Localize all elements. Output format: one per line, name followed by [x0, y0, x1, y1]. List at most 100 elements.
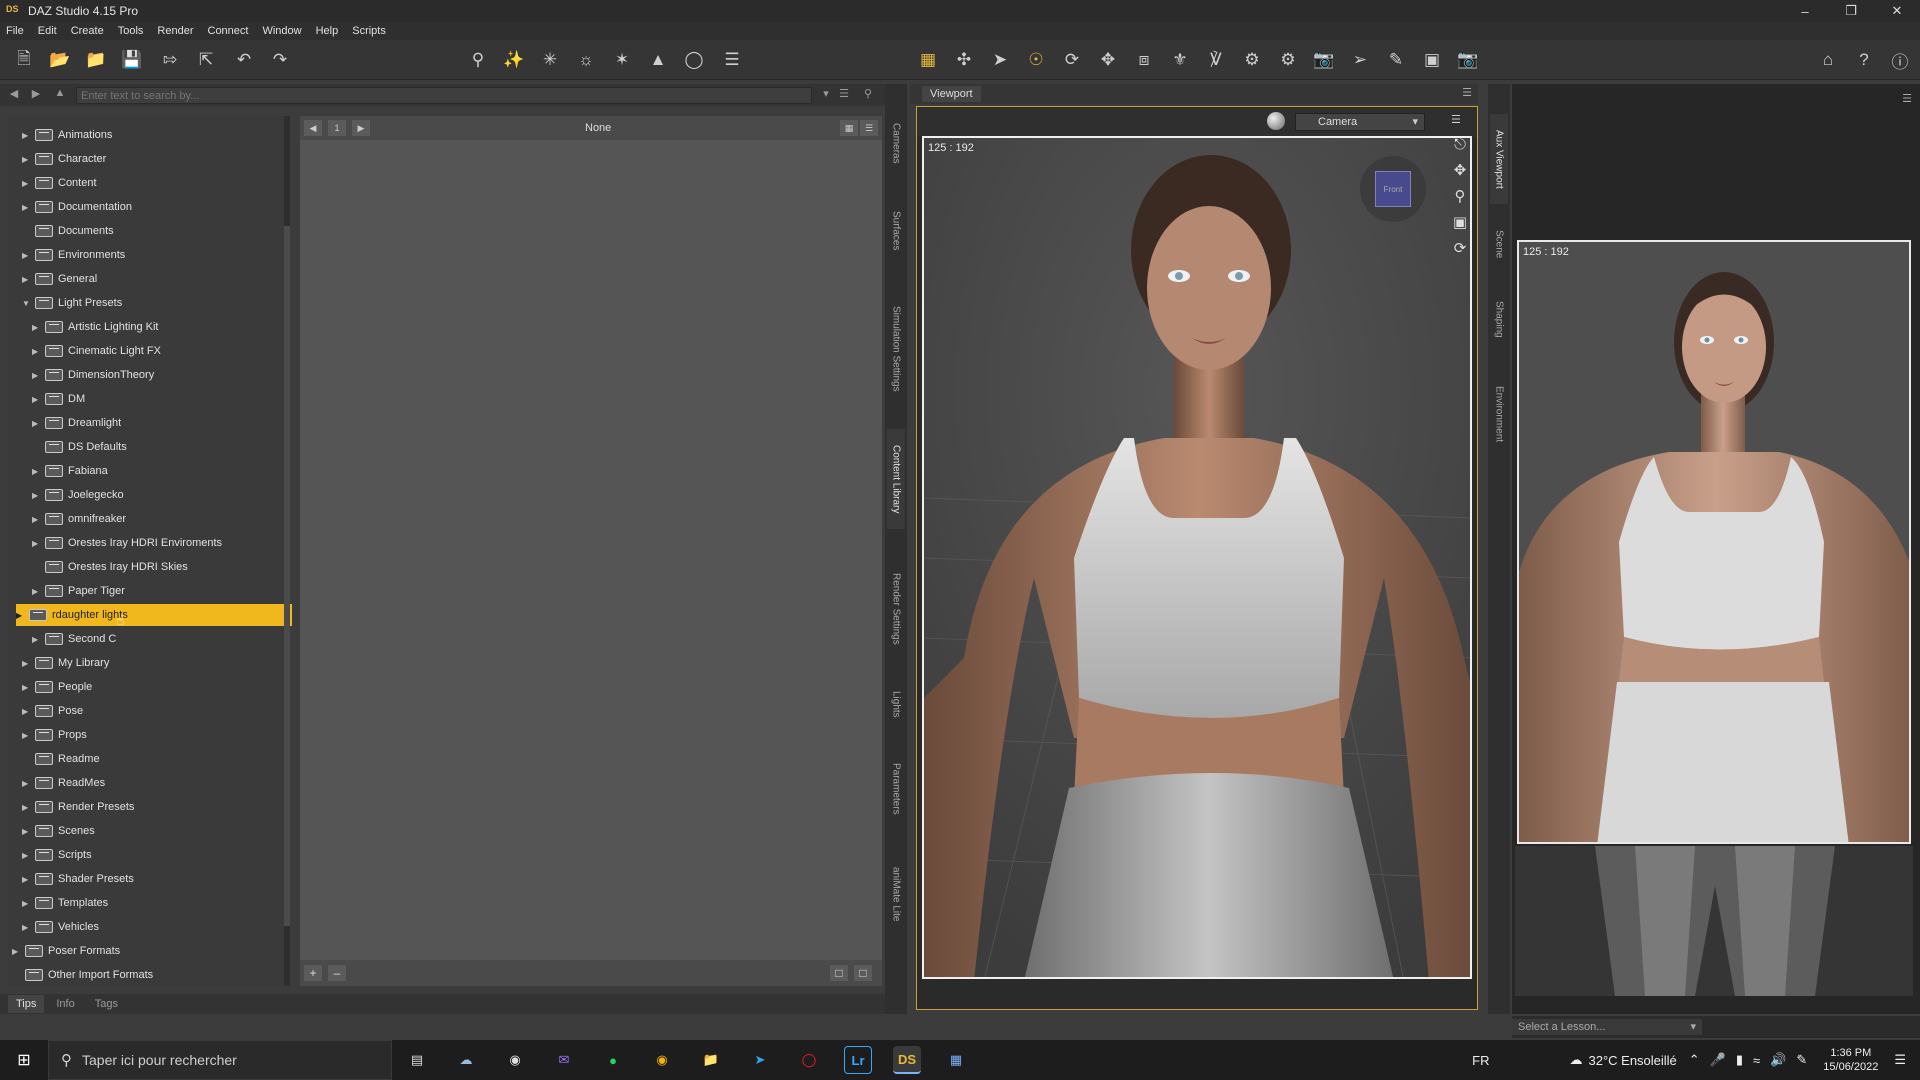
- tree-item[interactable]: ▶ People: [22, 676, 92, 698]
- tree-item[interactable]: ▶ Second C: [32, 628, 116, 650]
- chevron-right-icon[interactable]: ▶: [22, 899, 32, 908]
- open-file-icon[interactable]: 📂: [48, 48, 72, 72]
- pan-icon[interactable]: ✥: [1454, 161, 1467, 179]
- tree-item[interactable]: ▶ Render Presets: [22, 796, 134, 818]
- chevron-right-icon[interactable]: ▶: [22, 851, 32, 860]
- camera-select[interactable]: Camera ▾: [1295, 113, 1425, 131]
- close-button[interactable]: ✕: [1874, 0, 1920, 22]
- tab-animate-lite[interactable]: aniMate Lite: [887, 844, 905, 944]
- prev-page-icon[interactable]: ◀: [304, 120, 322, 136]
- search-icon[interactable]: ⚲: [860, 87, 876, 103]
- menu-render[interactable]: Render: [157, 25, 193, 37]
- clock[interactable]: 1:36 PM 15/06/2022: [1823, 1046, 1878, 1074]
- tree-item[interactable]: ▶ Cinematic Light FX: [32, 340, 161, 362]
- chevron-right-icon[interactable]: ▶: [32, 347, 42, 356]
- taskbar-search[interactable]: ⚲ Taper ici pour rechercher: [48, 1040, 392, 1080]
- tree-item[interactable]: DS Defaults: [32, 436, 127, 458]
- joint-editor-icon[interactable]: ℣: [1204, 48, 1228, 72]
- forward-icon[interactable]: ▶: [28, 87, 44, 103]
- tree-item[interactable]: ▶ Animations: [22, 124, 112, 146]
- telegram-icon[interactable]: ➤: [746, 1046, 774, 1074]
- translate-tool-icon[interactable]: ✥: [1096, 48, 1120, 72]
- merge-file-icon[interactable]: 📁: [84, 48, 108, 72]
- menu-window[interactable]: Window: [262, 25, 301, 37]
- create-camera-icon[interactable]: ⚲: [466, 48, 490, 72]
- footer-option2-icon[interactable]: □: [854, 965, 872, 981]
- task-view-icon[interactable]: ▤: [403, 1046, 431, 1074]
- page-number[interactable]: 1: [328, 120, 346, 136]
- viewport-scene[interactable]: 125 : 192 Front: [922, 136, 1472, 979]
- chevron-right-icon[interactable]: ▶: [32, 419, 42, 428]
- tab-lights[interactable]: Lights: [887, 674, 905, 734]
- tree-item[interactable]: Other Import Formats: [12, 964, 153, 986]
- linear-light-icon[interactable]: ✶: [610, 48, 634, 72]
- tree-scrollbar[interactable]: [284, 116, 290, 986]
- tab-parameters[interactable]: Parameters: [887, 744, 905, 834]
- next-page-icon[interactable]: ▶: [352, 120, 370, 136]
- chevron-right-icon[interactable]: ▶: [32, 635, 42, 644]
- view-options-icon[interactable]: ☰: [836, 87, 852, 103]
- null-icon[interactable]: ◯: [682, 48, 706, 72]
- opera-icon[interactable]: ◯: [795, 1046, 823, 1074]
- tree-item[interactable]: ▶ DimensionTheory: [32, 364, 154, 386]
- tree-item[interactable]: ▶ My Library: [22, 652, 109, 674]
- chevron-right-icon[interactable]: ▶: [32, 539, 42, 548]
- tab-viewport[interactable]: Viewport: [922, 86, 981, 102]
- viewport-menu-icon[interactable]: ☰: [1462, 86, 1472, 99]
- calculator-icon[interactable]: ▦: [942, 1046, 970, 1074]
- tab-content-library[interactable]: Content Library: [887, 429, 905, 529]
- view-cube-front[interactable]: Front: [1375, 171, 1411, 207]
- tree-item[interactable]: Orestes Iray HDRI Skies: [32, 556, 188, 578]
- chevron-right-icon[interactable]: ▶: [22, 779, 32, 788]
- tab-tips[interactable]: Tips: [8, 995, 45, 1013]
- tree-item[interactable]: ▶ omnifreaker: [32, 508, 126, 530]
- tree-item[interactable]: ▶ Templates: [22, 892, 108, 914]
- timeline-icon[interactable]: ☰: [720, 48, 744, 72]
- windows-start-icon[interactable]: ⊞: [0, 1040, 48, 1080]
- add-button[interactable]: +: [304, 965, 322, 981]
- redo-icon[interactable]: ↷: [268, 48, 292, 72]
- render-icon[interactable]: 📷: [1312, 48, 1336, 72]
- tab-environment[interactable]: Environment: [1490, 369, 1508, 459]
- menu-scripts[interactable]: Scripts: [352, 25, 386, 37]
- spot-render-icon[interactable]: ➢: [1348, 48, 1372, 72]
- chevron-right-icon[interactable]: ▶: [22, 203, 32, 212]
- tree-item[interactable]: ▶ Orestes Iray HDRI Enviroments: [32, 532, 222, 554]
- draw-style-icon[interactable]: [1267, 112, 1285, 130]
- tree-item[interactable]: ▶ Shader Presets: [22, 868, 134, 890]
- tree-item[interactable]: ▶ rdaughter lights ☝: [16, 604, 292, 628]
- surface-selection-icon[interactable]: ⚙: [1240, 48, 1264, 72]
- tree-item[interactable]: ▶ Pose: [22, 700, 83, 722]
- list-view-icon[interactable]: ☰: [860, 120, 878, 136]
- menu-edit[interactable]: Edit: [38, 25, 57, 37]
- tree-item[interactable]: ▼ Light Presets: [22, 292, 122, 314]
- chevron-right-icon[interactable]: ▶: [32, 395, 42, 404]
- menu-file[interactable]: File: [6, 25, 24, 37]
- up-icon[interactable]: ▲: [52, 87, 68, 103]
- messenger-icon[interactable]: ✉: [550, 1046, 578, 1074]
- tree-item[interactable]: Documents: [22, 220, 114, 242]
- tree-item[interactable]: ▶ Poser Formats: [12, 940, 120, 962]
- chevron-right-icon[interactable]: ▶: [22, 251, 32, 260]
- chevron-up-icon[interactable]: ⌃: [1689, 1052, 1700, 1068]
- tree-item[interactable]: ▶ ReadMes: [22, 772, 105, 794]
- tree-item[interactable]: ▶ DM: [32, 388, 85, 410]
- tab-info[interactable]: Info: [48, 995, 82, 1013]
- tree-item[interactable]: ▶ Joelegecko: [32, 484, 124, 506]
- microphone-icon[interactable]: 🎤: [1710, 1052, 1726, 1068]
- language-indicator[interactable]: FR: [1472, 1053, 1489, 1068]
- lesson-select[interactable]: Select a Lesson... ▾: [1512, 1019, 1702, 1035]
- tree-item[interactable]: ▶ Artistic Lighting Kit: [32, 316, 158, 338]
- menu-create[interactable]: Create: [71, 25, 104, 37]
- chevron-right-icon[interactable]: ▶: [32, 515, 42, 524]
- home-icon[interactable]: ⌂: [1816, 48, 1840, 72]
- aux-menu-icon[interactable]: ☰: [1902, 92, 1912, 105]
- primitive-icon[interactable]: ▲: [646, 48, 670, 72]
- export-icon[interactable]: ⇱: [194, 48, 218, 72]
- library-search-input[interactable]: [76, 87, 812, 104]
- new-file-icon[interactable]: 🗎: [12, 48, 36, 72]
- distant-light-icon[interactable]: ☼: [574, 48, 598, 72]
- grid-view-icon[interactable]: ▦: [840, 120, 858, 136]
- tree-item[interactable]: ▶ Content: [22, 172, 97, 194]
- geometry-editor-icon[interactable]: ⚙: [1276, 48, 1300, 72]
